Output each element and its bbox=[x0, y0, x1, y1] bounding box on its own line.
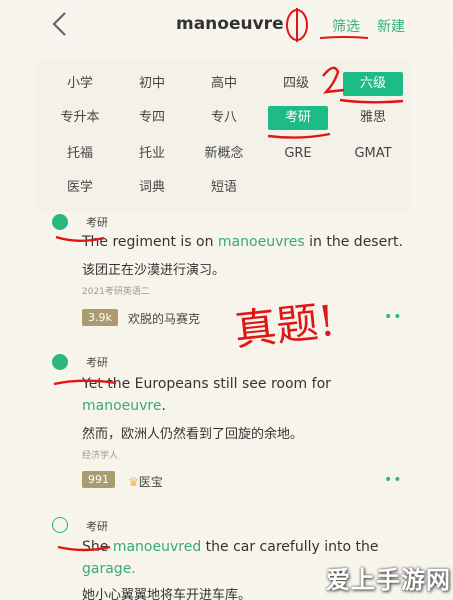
handwritten-note: 真题! bbox=[232, 295, 338, 356]
watermark: 爱上手游网 bbox=[326, 566, 451, 594]
handwritten-annotations bbox=[53, 8, 404, 552]
